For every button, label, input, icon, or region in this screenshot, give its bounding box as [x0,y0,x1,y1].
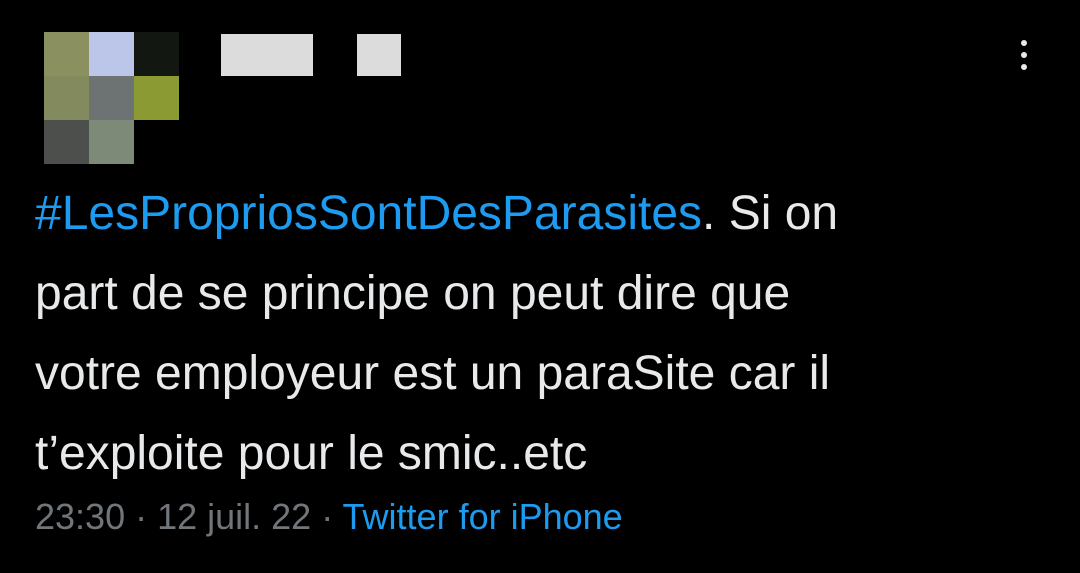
avatar-pixel [134,76,179,120]
tweet-time[interactable]: 23:30 [35,496,125,537]
tweet-line-2: part de se principe on peut dire que [35,267,791,320]
meta-separator: · [125,496,158,537]
avatar[interactable] [44,32,179,164]
avatar-pixel [134,120,179,164]
redacted-display-name[interactable] [221,34,313,76]
redacted-handle[interactable] [357,34,401,76]
avatar-pixel [44,32,89,76]
tweet-meta: 23:30 · 12 juil. 22 · Twitter for iPhone [35,495,623,539]
avatar-pixel [89,120,134,164]
hashtag-link[interactable]: #LesPropriosSontDesParasites [35,187,702,240]
avatar-pixel [44,120,89,164]
avatar-pixel [89,32,134,76]
more-vertical-icon[interactable] [1004,33,1044,77]
tweet-source-link[interactable]: Twitter for iPhone [343,496,623,537]
menu-dot [1021,40,1027,46]
tweet-date[interactable]: 12 juil. 22 [157,496,311,537]
tweet-line-3: votre employeur est un paraSite car il [35,347,831,400]
tweet-line-4: t’exploite pour le smic..etc [35,427,588,480]
tweet-text-fragment: . Si on [702,187,839,240]
avatar-pixel [44,76,89,120]
tweet-text: #LesPropriosSontDesParasites. Si on part… [35,174,1055,494]
menu-dot [1021,64,1027,70]
meta-separator: · [311,496,343,537]
avatar-pixel [89,76,134,120]
tweet-line-1: #LesPropriosSontDesParasites. Si on [35,174,1055,254]
menu-dot [1021,52,1027,58]
tweet: #LesPropriosSontDesParasites. Si on part… [0,0,1080,573]
avatar-pixel [134,32,179,76]
